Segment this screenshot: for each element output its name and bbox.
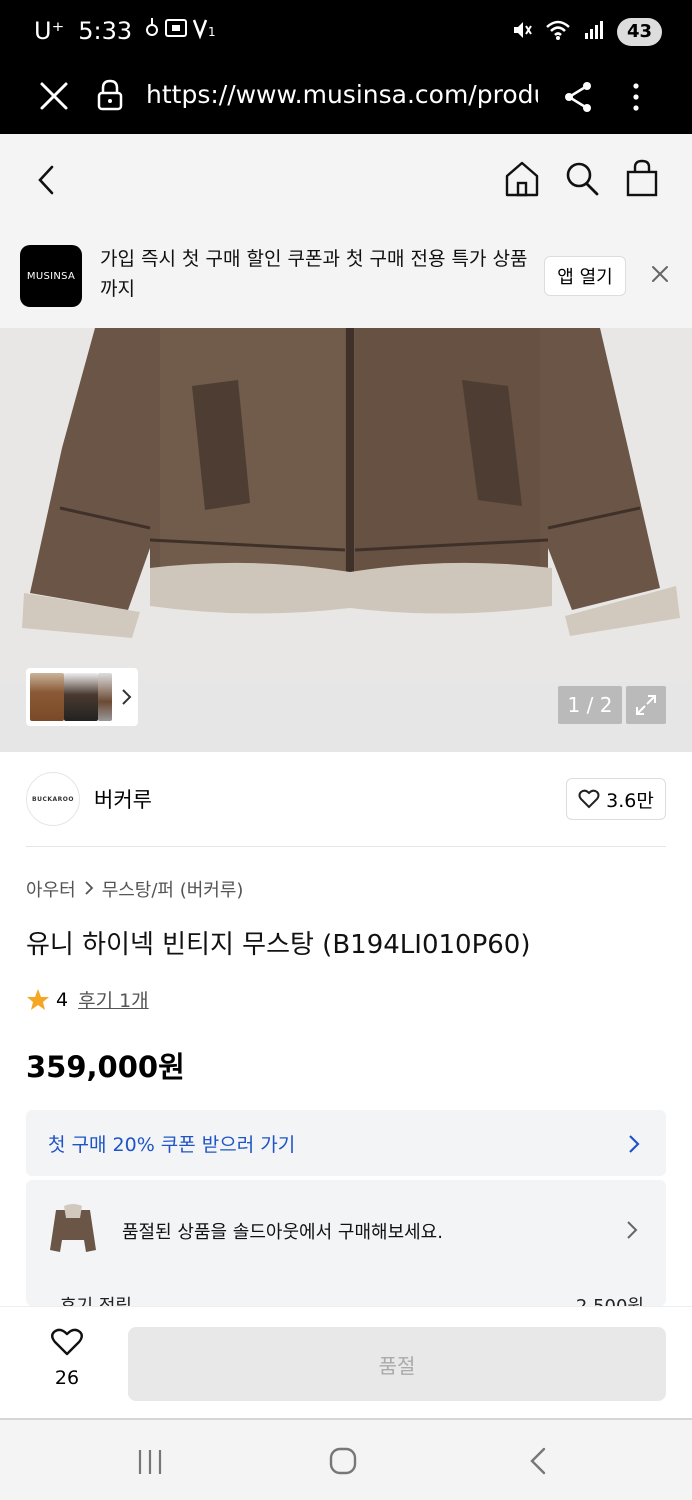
product-title: 유니 하이넥 빈티지 무스탕 (B194LI010P60) (26, 930, 531, 960)
product-image-gallery[interactable]: 1 / 2 (0, 328, 692, 752)
rating-row: 4 후기 1개 (26, 986, 149, 1013)
clock: 5:33 (78, 16, 133, 45)
wishlist-count: 26 (54, 1367, 80, 1389)
signal-icon (583, 19, 605, 46)
notification-icons: 1 (146, 16, 226, 45)
home-button-icon[interactable] (328, 1446, 358, 1476)
status-right: 43 (511, 18, 662, 46)
back-arrow-icon[interactable] (34, 164, 58, 196)
svg-text:1: 1 (208, 25, 216, 39)
chevron-right-icon (84, 879, 94, 900)
product-thumbnail (46, 1200, 100, 1260)
system-navigation-bar (0, 1418, 692, 1500)
thumbnail-side[interactable] (98, 673, 112, 721)
review-points-value: 2,500원 (576, 1292, 644, 1306)
mute-icon (511, 19, 533, 46)
search-icon[interactable] (564, 160, 600, 198)
coupon-banner[interactable]: 첫 구매 20% 쿠폰 받으러 가기 (26, 1110, 666, 1176)
soldout-notice[interactable]: 품절된 상품을 솔드아웃에서 구매해보세요. 후기 적립 2,500원 (26, 1180, 666, 1306)
image-counter: 1 / 2 (558, 686, 622, 724)
thumbnail-front[interactable] (30, 673, 64, 721)
bottom-action-bar: 26 품절 (0, 1306, 692, 1418)
brand-like-count: 3.6만 (606, 789, 654, 812)
thumbnail-strip[interactable] (26, 668, 138, 726)
rating-value: 4 (56, 988, 69, 1011)
brand-name[interactable]: 버커루 (94, 784, 152, 814)
heart-icon (51, 1328, 83, 1356)
close-banner-icon[interactable] (650, 264, 670, 284)
breadcrumb-category[interactable]: 아우터 (26, 876, 76, 902)
star-icon (27, 988, 49, 1010)
breadcrumb-subcategory[interactable]: 무스탕/퍼 (버커루) (102, 876, 244, 902)
product-price: 359,000원 (26, 1050, 185, 1084)
coupon-label: 첫 구매 20% 쿠폰 받으러 가기 (48, 1134, 296, 1156)
soldout-button[interactable]: 품절 (128, 1327, 666, 1401)
musinsa-logo: MUSINSA (20, 245, 82, 307)
heart-outline-icon (578, 789, 600, 809)
carrier-label: U⁺ (34, 16, 65, 45)
app-promo-banner: MUSINSA 가입 즉시 첫 구매 할인 쿠폰과 첫 구매 전용 특가 상품까… (0, 224, 692, 328)
more-menu-icon[interactable] (626, 80, 646, 114)
brand-row: BUCKAROO 버커루 3.6만 (0, 752, 692, 846)
chevron-right-icon (626, 1220, 638, 1240)
expand-icon[interactable] (626, 686, 666, 724)
promo-message: 가입 즉시 첫 구매 할인 쿠폰과 첫 구매 전용 특가 상품까지 (100, 248, 528, 300)
home-icon[interactable] (504, 160, 540, 198)
divider (26, 846, 666, 847)
chevron-right-icon (628, 1134, 640, 1154)
status-left: U⁺ 5:33 1 (34, 16, 226, 45)
review-link[interactable]: 후기 1개 (78, 986, 149, 1013)
soldout-message: 품절된 상품을 솔드아웃에서 구매해보세요. (122, 1222, 443, 1243)
shopping-bag-icon[interactable] (624, 158, 660, 198)
url-field[interactable]: https://www.musinsa.com/produ (146, 80, 538, 109)
brand-like-button[interactable]: 3.6만 (566, 778, 666, 820)
wishlist-button[interactable]: 26 (40, 1327, 94, 1389)
battery-indicator: 43 (616, 18, 662, 46)
chevron-right-icon[interactable] (120, 688, 132, 706)
share-icon[interactable] (562, 80, 594, 114)
app-header (0, 134, 692, 224)
review-points-label: 후기 적립 (60, 1292, 132, 1306)
system-back-icon[interactable] (528, 1446, 548, 1476)
thumbnail-model[interactable] (64, 673, 98, 721)
status-bar: U⁺ 5:33 1 43 (0, 0, 692, 64)
brand-logo[interactable]: BUCKAROO (26, 772, 80, 826)
lock-icon[interactable] (96, 78, 124, 112)
breadcrumb: 아우터 무스탕/퍼 (버커루) (26, 876, 243, 902)
wifi-icon (545, 19, 571, 46)
recent-apps-icon[interactable] (136, 1448, 164, 1476)
browser-toolbar: https://www.musinsa.com/produ (0, 64, 692, 134)
open-app-button[interactable]: 앱 열기 (544, 256, 626, 296)
close-icon[interactable] (38, 80, 70, 112)
